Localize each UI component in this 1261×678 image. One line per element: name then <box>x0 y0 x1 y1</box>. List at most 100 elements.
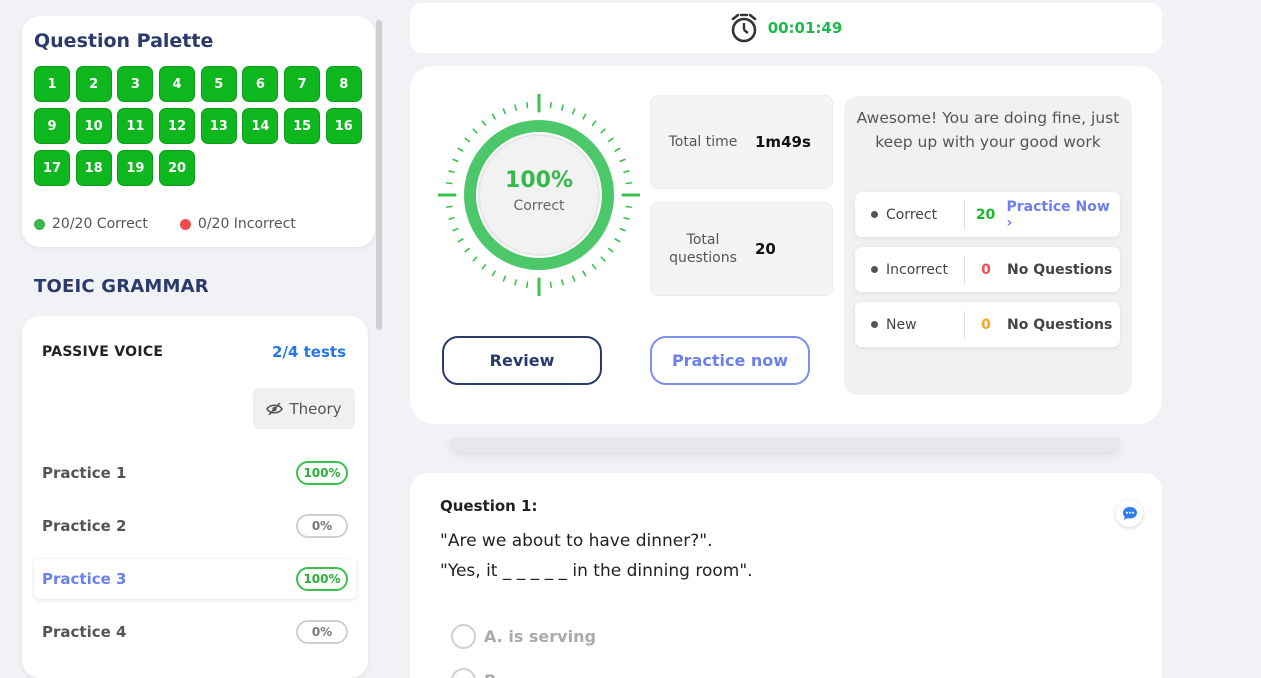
lesson-progress: 2/4 tests <box>272 343 346 361</box>
question-button-18[interactable]: 18 <box>75 150 112 186</box>
practice-now-button[interactable]: Practice now <box>650 336 810 385</box>
gauge-tick <box>591 264 597 270</box>
gauge-tick <box>502 108 507 115</box>
question-button-9[interactable]: 9 <box>34 108 70 144</box>
question-button-8[interactable]: 8 <box>325 66 362 102</box>
gauge-tick <box>491 270 496 277</box>
review-button[interactable]: Review <box>442 336 602 385</box>
practice-row-4[interactable]: Practice 4 0% <box>34 612 356 652</box>
question-button-19[interactable]: 19 <box>117 150 154 186</box>
summary-label: Incorrect <box>886 261 949 278</box>
gauge-tick <box>457 238 464 243</box>
question-button-17[interactable]: 17 <box>34 150 70 186</box>
gauge-tick <box>608 137 614 143</box>
question-button-12[interactable]: 12 <box>159 108 196 144</box>
gauge-tick <box>452 227 459 232</box>
gauge-tick <box>571 275 576 282</box>
practice-label: Practice 1 <box>42 464 127 482</box>
question-button-13[interactable]: 13 <box>200 108 237 144</box>
summary-row-incorrect: Incorrect 0 No Questions <box>855 247 1120 292</box>
gauge-tick <box>514 104 518 111</box>
summary-count: 20 <box>975 206 996 223</box>
legend-incorrect-text: 0/20 Incorrect <box>197 216 296 232</box>
option-a[interactable]: A. is serving <box>451 624 596 649</box>
question-button-1[interactable]: 1 <box>34 66 70 102</box>
question-button-6[interactable]: 6 <box>242 66 279 102</box>
question-button-4[interactable]: 4 <box>159 66 196 102</box>
score-gauge: 100% Correct <box>437 93 641 297</box>
green-dot-icon <box>34 218 45 230</box>
option-a-label: A. is serving <box>484 627 596 646</box>
question-button-15[interactable]: 15 <box>284 108 321 144</box>
question-line-2: "Yes, it _ _ _ _ _ in the dinning room". <box>440 561 753 581</box>
question-title: Question 1: <box>440 497 538 515</box>
palette-title: Question Palette <box>34 30 214 52</box>
question-button-11[interactable]: 11 <box>117 108 154 144</box>
practice-row-2[interactable]: Practice 2 0% <box>34 506 356 546</box>
theory-button[interactable]: Theory <box>253 388 355 429</box>
lesson-name: PASSIVE VOICE <box>42 344 164 360</box>
total-questions-box: Total questions 20 <box>650 202 833 296</box>
question-button-14[interactable]: 14 <box>242 108 279 144</box>
gauge-tick <box>549 101 552 109</box>
practice-label: Practice 2 <box>42 517 127 535</box>
gauge-tick <box>608 247 614 253</box>
practice-row-1[interactable]: Practice 1 100% <box>34 453 356 493</box>
bullet-icon <box>871 211 878 218</box>
practice-label: Practice 4 <box>42 623 127 641</box>
gauge-tick <box>526 101 529 109</box>
practice-row-3[interactable]: Practice 3 100% <box>34 559 356 599</box>
gauge-tick <box>452 158 459 163</box>
gauge-tick <box>481 120 487 126</box>
sidebar-scrollbar[interactable] <box>376 20 382 330</box>
bullet-icon <box>871 266 878 273</box>
score-badge: 100% <box>296 567 348 591</box>
comment-icon[interactable] <box>1116 500 1143 527</box>
option-b-label: B. <box>484 671 502 678</box>
option-b[interactable]: B. <box>451 668 502 678</box>
card-shadow <box>450 438 1120 452</box>
gauge-tick <box>464 137 470 143</box>
encouragement-message: Awesome! You are doing fine, just keep u… <box>856 109 1120 152</box>
gauge-tick <box>614 147 621 152</box>
summary-count: 0 <box>981 261 991 278</box>
score-percent: 100% <box>505 168 573 193</box>
gauge-tick <box>549 281 552 289</box>
gauge-tick <box>614 238 621 243</box>
radio-button[interactable] <box>451 624 476 649</box>
question-button-7[interactable]: 7 <box>284 66 321 102</box>
summary-row-correct: Correct 20 Practice Now › <box>855 192 1120 237</box>
gauge-tick <box>600 256 606 262</box>
eye-slash-icon <box>266 401 284 416</box>
total-time-label: Total time <box>668 133 738 150</box>
question-button-10[interactable]: 10 <box>75 108 112 144</box>
practice-now-link[interactable]: Practice Now › <box>1006 199 1120 231</box>
total-questions-label: Total questions <box>669 231 737 266</box>
gauge-tick <box>526 281 529 289</box>
gauge-tick <box>582 113 587 120</box>
gauge-tick <box>514 279 518 286</box>
gauge-tick <box>591 120 597 126</box>
score-gauge-svg <box>437 93 641 297</box>
question-button-20[interactable]: 20 <box>159 150 196 186</box>
radio-button[interactable] <box>451 668 476 678</box>
legend-incorrect: 0/20 Incorrect <box>179 216 296 232</box>
legend-correct-text: 20/20 Correct <box>52 216 148 232</box>
alarm-clock-icon <box>731 13 756 43</box>
timer-bar: 00:01:49 <box>410 3 1162 53</box>
summary-panel: Awesome! You are doing fine, just keep u… <box>844 96 1132 395</box>
question-button-2[interactable]: 2 <box>75 66 112 102</box>
practice-now-link-text: Practice Now <box>1006 198 1110 215</box>
question-button-3[interactable]: 3 <box>117 66 154 102</box>
gauge-tick <box>491 113 496 120</box>
chat-bubble-icon <box>1122 507 1137 520</box>
score-label: Correct <box>513 198 565 214</box>
gauge-tick <box>619 158 626 163</box>
timer-value: 00:01:49 <box>767 19 843 37</box>
question-button-5[interactable]: 5 <box>200 66 237 102</box>
summary-count: 0 <box>981 316 991 333</box>
summary-label: Correct <box>885 206 938 223</box>
question-button-16[interactable]: 16 <box>325 108 362 144</box>
total-questions-value: 20 <box>755 240 776 258</box>
red-dot-icon <box>179 218 191 230</box>
